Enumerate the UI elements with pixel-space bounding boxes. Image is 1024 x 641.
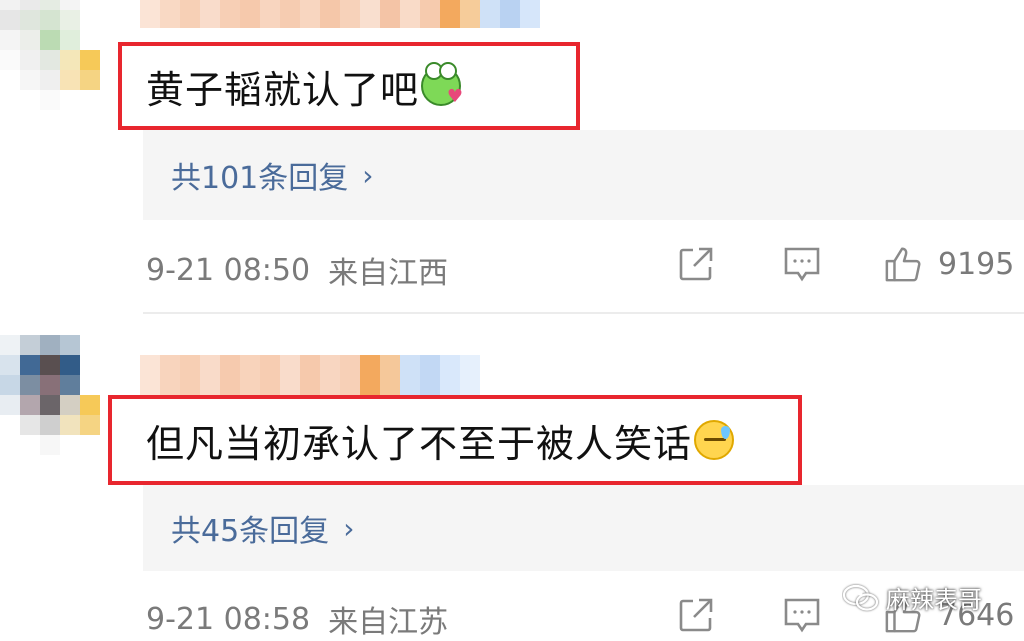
like-count: 9195 [938, 246, 1015, 282]
frog-heart-emoji-icon: ♥ [421, 62, 463, 106]
chevron-right-icon: › [343, 511, 355, 545]
username-blurred[interactable] [140, 0, 540, 28]
replies-link[interactable]: 共101条回复 › [143, 130, 1024, 220]
share-icon[interactable] [676, 244, 716, 284]
comment-item: 黄子韬就认了吧 ♥ 共101条回复 › 9-21 08:50 来自江西 9195 [0, 0, 1024, 315]
comment-date: 9-21 08:50 [146, 252, 311, 288]
sweat-emoji-icon [694, 420, 735, 460]
comment-location: 来自江苏 [328, 605, 449, 640]
avatar[interactable] [0, 335, 100, 455]
chevron-right-icon: › [362, 158, 374, 192]
comment-text: 但凡当初承认了不至于被人笑话 [146, 421, 693, 466]
share-icon[interactable] [676, 595, 716, 635]
comment-icon[interactable] [782, 244, 822, 284]
comment-actions: 9195 [676, 244, 1014, 284]
comment-icon[interactable] [782, 595, 822, 635]
comment-highlight-box: 黄子韬就认了吧 ♥ [118, 42, 580, 130]
avatar[interactable] [0, 0, 100, 110]
username-blurred[interactable] [140, 355, 480, 395]
replies-link[interactable]: 共45条回复 › [143, 485, 1024, 571]
comment-text: 黄子韬就认了吧 [146, 67, 420, 112]
comment-meta: 9-21 08:58 来自江苏 [146, 597, 448, 641]
watermark-text: 麻辣表哥 [886, 586, 982, 614]
wechat-logo-icon [842, 584, 879, 611]
replies-count-label: 共45条回复 [171, 514, 330, 549]
comment-highlight-box: 但凡当初承认了不至于被人笑话 [108, 395, 802, 485]
comment-date: 9-21 08:58 [146, 601, 311, 637]
comment-location: 来自江西 [328, 256, 449, 291]
comment-meta: 9-21 08:50 来自江西 [146, 248, 448, 292]
watermark: 麻辣表哥 [842, 580, 982, 615]
divider [143, 312, 1024, 314]
replies-count-label: 共101条回复 [171, 161, 349, 196]
thumbs-up-icon[interactable] [884, 244, 924, 284]
